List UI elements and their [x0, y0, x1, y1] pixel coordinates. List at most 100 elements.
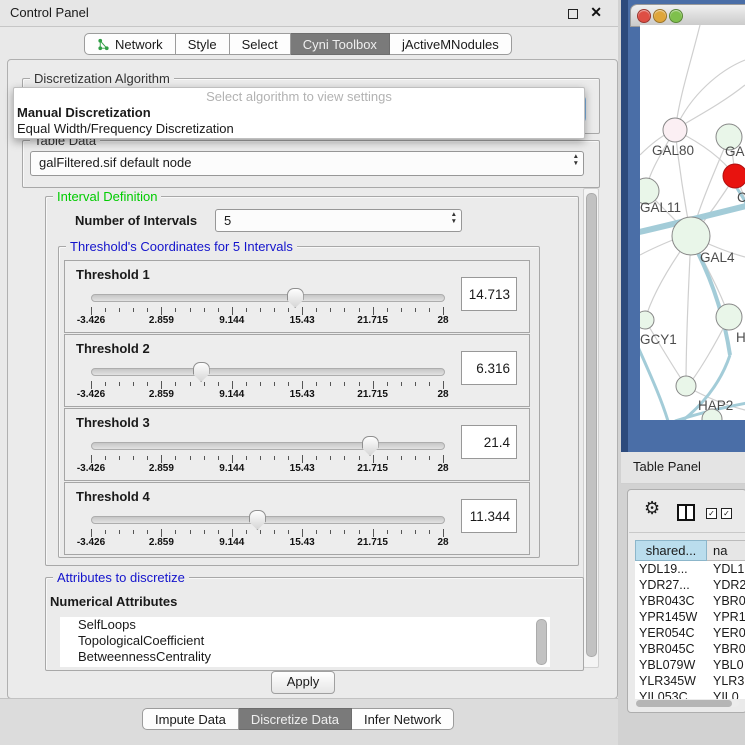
- tick-mark: [415, 382, 416, 386]
- tick-mark: [330, 308, 331, 312]
- tick-mark: [133, 530, 134, 534]
- column-header-name[interactable]: na: [707, 540, 745, 561]
- tab-discretize-data[interactable]: Discretize Data: [239, 708, 352, 730]
- tick-mark: [175, 530, 176, 534]
- tick-label: 2.859: [149, 315, 174, 326]
- horizontal-scrollbar[interactable]: [635, 699, 739, 707]
- tab-style[interactable]: Style: [176, 33, 230, 55]
- slider-track[interactable]: [91, 368, 445, 376]
- tick-mark: [218, 382, 219, 386]
- tick-mark: [429, 530, 430, 534]
- tick-label: 21.715: [357, 389, 388, 400]
- checkbox-icon[interactable]: ✓: [706, 508, 717, 519]
- threshold-label: Threshold 4: [76, 489, 150, 504]
- tick-mark: [359, 382, 360, 386]
- attribute-item-betweennesscentrality[interactable]: BetweennessCentrality: [60, 649, 550, 665]
- minimize-traffic-icon[interactable]: [653, 9, 667, 23]
- zoom-traffic-icon[interactable]: [669, 9, 683, 23]
- close-icon[interactable]: ✕: [590, 4, 602, 21]
- tab-infer-network[interactable]: Infer Network: [352, 708, 454, 730]
- screen: Control Panel ✕ NetworkStyleSelectCyni T…: [0, 0, 745, 745]
- table-row[interactable]: YIL053CYIL0: [635, 689, 745, 699]
- algorithm-option-manual-discretization[interactable]: Manual Discretization: [14, 105, 584, 121]
- float-window-icon[interactable]: [568, 9, 578, 19]
- network-node-gal80[interactable]: [663, 118, 687, 142]
- algorithm-option-equal-width-frequency-discretization[interactable]: Equal Width/Frequency Discretization: [14, 121, 584, 137]
- group-title: Interval Definition: [53, 189, 161, 204]
- network-node-h[interactable]: [716, 304, 742, 330]
- stepper-up-icon[interactable]: ▲: [573, 153, 579, 160]
- tick-mark: [232, 381, 233, 389]
- stepper-icon[interactable]: ▲ ▼: [573, 153, 579, 167]
- tab-label: Infer Network: [364, 712, 441, 727]
- table-rows: YDL19...YDL1YDR27...YDR2YBR043CYBR0YPR14…: [635, 561, 745, 699]
- threshold-1-box: Threshold 1-3.4262.8599.14415.4321.71528…: [64, 260, 530, 333]
- cell-name: YPR1: [707, 609, 745, 625]
- close-traffic-icon[interactable]: [637, 9, 651, 23]
- scrollbar-thumb[interactable]: [586, 193, 597, 657]
- node-table: shared... na YDL19...YDL1YDR27...YDR2YBR…: [635, 540, 745, 699]
- checkbox-icon[interactable]: ✓: [721, 508, 732, 519]
- table-row[interactable]: YBL079WYBL0: [635, 657, 745, 673]
- tick-mark: [105, 308, 106, 312]
- tick-mark: [288, 382, 289, 386]
- table-row[interactable]: YDR27...YDR2: [635, 577, 745, 593]
- table-row[interactable]: YPR145WYPR1: [635, 609, 745, 625]
- num-intervals-combobox[interactable]: 5 ▲ ▼: [215, 209, 462, 232]
- threshold-list: Threshold 1-3.4262.8599.14415.4321.71528…: [64, 260, 530, 556]
- apply-button[interactable]: Apply: [271, 671, 335, 694]
- network-node-hap2[interactable]: [676, 376, 696, 396]
- node-label: GCY1: [640, 332, 677, 347]
- cell-name: YBL0: [707, 657, 745, 673]
- threshold-value-field[interactable]: 11.344: [461, 499, 517, 533]
- slider-thumb[interactable]: [362, 436, 379, 456]
- slider-thumb[interactable]: [249, 510, 266, 530]
- attribute-item-topologicalcoefficient[interactable]: TopologicalCoefficient: [60, 633, 550, 649]
- threshold-value-field[interactable]: 14.713: [461, 277, 517, 311]
- slider-thumb[interactable]: [193, 362, 210, 382]
- slider-track[interactable]: [91, 294, 445, 302]
- tick-mark: [274, 456, 275, 460]
- attribute-item-selfloops[interactable]: SelfLoops: [60, 617, 550, 633]
- network-node-c[interactable]: [723, 164, 745, 188]
- network-window-titlebar[interactable]: [630, 4, 745, 27]
- tick-label: 2.859: [149, 537, 174, 548]
- slider-track[interactable]: [91, 516, 445, 524]
- network-node-gcy1[interactable]: [640, 311, 654, 329]
- stepper-up-icon[interactable]: ▲: [451, 211, 457, 218]
- toolbar-separator: [629, 532, 745, 533]
- column-header-shared-name[interactable]: shared...: [635, 540, 707, 561]
- gear-icon[interactable]: ⚙: [644, 498, 660, 519]
- table-data-combobox[interactable]: galFiltered.sif default node ▲ ▼: [30, 151, 584, 176]
- tick-mark: [133, 456, 134, 460]
- tick-mark: [91, 529, 92, 537]
- table-row[interactable]: YBR045CYBR0: [635, 641, 745, 657]
- slider-thumb[interactable]: [287, 288, 304, 308]
- list-scrollbar-thumb[interactable]: [536, 619, 547, 665]
- table-row[interactable]: YDL19...YDL1: [635, 561, 745, 577]
- tick-mark: [218, 530, 219, 534]
- threshold-value-field[interactable]: 21.4: [461, 425, 517, 459]
- tick-mark: [204, 456, 205, 460]
- slider-track[interactable]: [91, 442, 445, 450]
- stepper-down-icon[interactable]: ▼: [573, 160, 579, 167]
- network-canvas[interactable]: GAL80GACGAL11GAL4GCY1HHAP2: [640, 25, 745, 420]
- columns-icon[interactable]: [677, 504, 695, 521]
- scrollbar-thumb[interactable]: [636, 700, 732, 707]
- threshold-value-field[interactable]: 6.316: [461, 351, 517, 385]
- tab-network[interactable]: Network: [84, 33, 176, 55]
- table-row[interactable]: YER054CYER0: [635, 625, 745, 641]
- tab-impute-data[interactable]: Impute Data: [142, 708, 239, 730]
- tab-select[interactable]: Select: [230, 33, 291, 55]
- tab-jactivemnodules[interactable]: jActiveMNodules: [390, 33, 512, 55]
- tick-mark: [316, 456, 317, 460]
- stepper-down-icon[interactable]: ▼: [451, 218, 457, 225]
- table-row[interactable]: YLR345WYLR3: [635, 673, 745, 689]
- cell-shared-name: YBR045C: [635, 641, 707, 657]
- vertical-scrollbar[interactable]: [583, 188, 599, 668]
- tick-mark: [218, 456, 219, 460]
- stepper-icon[interactable]: ▲ ▼: [451, 211, 457, 225]
- attributes-list[interactable]: SelfLoopsTopologicalCoefficientBetweenne…: [60, 617, 550, 667]
- tab-cyni-toolbox[interactable]: Cyni Toolbox: [291, 33, 390, 55]
- table-row[interactable]: YBR043CYBR0: [635, 593, 745, 609]
